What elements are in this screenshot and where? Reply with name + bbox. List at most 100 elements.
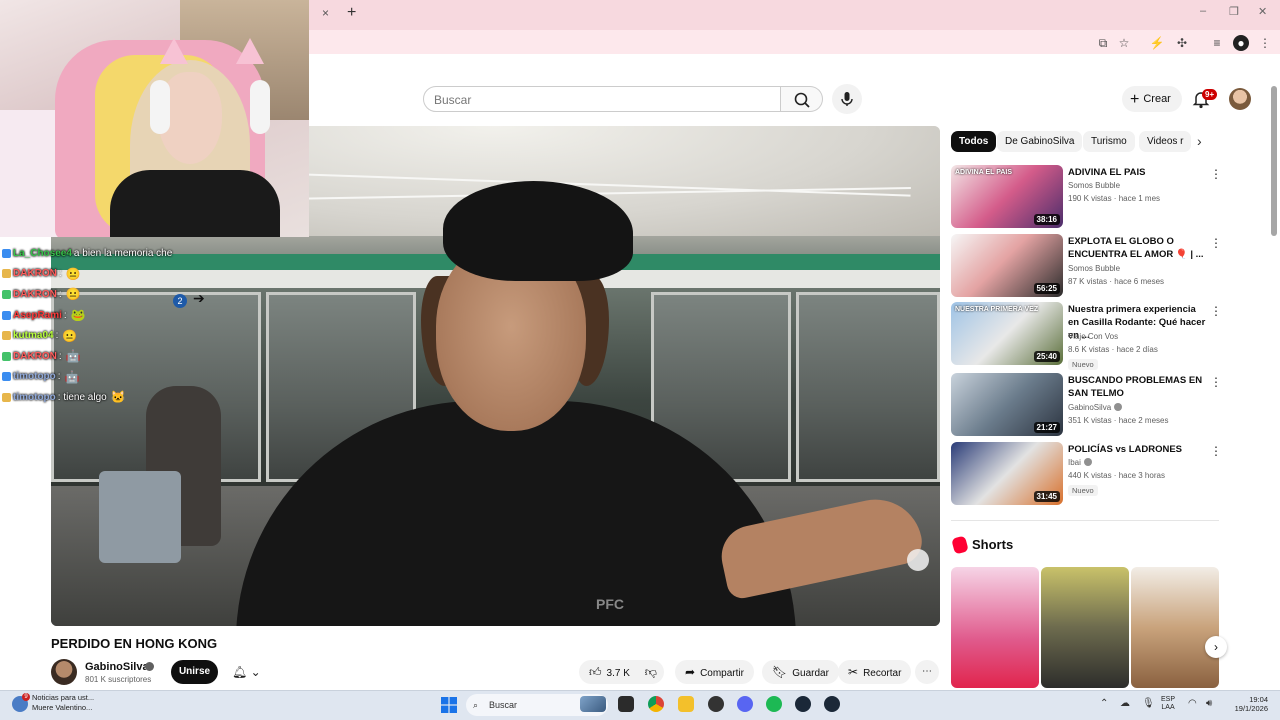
- channel-watermark[interactable]: [907, 549, 929, 571]
- close-window-button[interactable]: ✕: [1258, 5, 1267, 18]
- filter-chip[interactable]: De GabinoSilva: [997, 131, 1083, 152]
- video-title[interactable]: EXPLOTA EL GLOBO O ENCUENTRA EL AMOR 🎈 |…: [1068, 235, 1206, 261]
- chevron-up-icon[interactable]: ⌃: [1100, 698, 1108, 709]
- video-duration: 31:45: [1033, 491, 1060, 502]
- video-channel[interactable]: Somos Bubble: [1068, 264, 1120, 273]
- chevron-right-icon[interactable]: ›: [1197, 133, 1202, 149]
- keyboard-layout: LAA: [1161, 704, 1175, 711]
- volume-icon[interactable]: 🔊︎: [1206, 698, 1212, 709]
- chat-badge-icon: [2, 372, 11, 382]
- short-thumbnail[interactable]: [1041, 567, 1129, 688]
- video-title[interactable]: ADIVINA EL PAIS: [1068, 166, 1206, 179]
- install-app-icon[interactable]: ⧉: [1095, 35, 1111, 51]
- windows-start-icon[interactable]: [441, 697, 457, 713]
- tab-close-icon[interactable]: ×: [322, 6, 329, 20]
- recommended-video[interactable]: 21:27 BUSCANDO PROBLEMAS EN SAN TELMO Gabi…: [951, 373, 1222, 437]
- chat-text: :: [57, 371, 61, 383]
- channel-name[interactable]: Ibai: [1068, 458, 1081, 467]
- filter-chip[interactable]: Turismo: [1083, 131, 1135, 152]
- channel-name[interactable]: Viajo Con Vos: [1068, 332, 1118, 341]
- more-options-icon[interactable]: ⋮: [1210, 444, 1222, 458]
- more-options-icon[interactable]: ⋮: [1210, 236, 1222, 250]
- channel-name[interactable]: GabinoSilva: [1068, 403, 1111, 412]
- clock[interactable]: 19:04 19/1/2026: [1224, 695, 1268, 713]
- video-thumbnail[interactable]: 56:25: [951, 234, 1063, 297]
- recommended-video[interactable]: ADIVINA EL PAIS 38:16 ADIVINA EL PAIS Somos…: [951, 165, 1222, 229]
- steam-icon-2[interactable]: [824, 696, 840, 712]
- wifi-icon[interactable]: ◠: [1188, 698, 1197, 709]
- shorts-next-button[interactable]: ›: [1205, 636, 1227, 658]
- steam-icon[interactable]: [795, 696, 811, 712]
- like-count[interactable]: 3.7 K: [607, 668, 630, 679]
- video-thumbnail[interactable]: 31:45: [951, 442, 1063, 505]
- clock-time: 19:04: [1249, 695, 1268, 704]
- channel-avatar[interactable]: [51, 659, 77, 685]
- channel-name[interactable]: Somos Bubble: [1068, 264, 1120, 273]
- video-title[interactable]: POLICÍAS vs LADRONES: [1068, 443, 1206, 456]
- recommended-video[interactable]: NUESTRA PRIMERA VEZ 25:40 Nuestra primera …: [951, 302, 1222, 370]
- create-button[interactable]: + Crear: [1122, 86, 1182, 112]
- channel-name[interactable]: Somos Bubble: [1068, 181, 1120, 190]
- reading-list-icon[interactable]: ≡: [1209, 35, 1225, 51]
- video-channel[interactable]: Ibai: [1068, 458, 1092, 467]
- user-avatar[interactable]: [1229, 88, 1251, 110]
- extensions-puzzle-icon[interactable]: ✣: [1174, 35, 1190, 51]
- more-options-icon[interactable]: ⋮: [1210, 167, 1222, 181]
- video-thumbnail[interactable]: ADIVINA EL PAIS 38:16: [951, 165, 1063, 228]
- language-indicator[interactable]: ESP LAA: [1161, 696, 1175, 712]
- chat-emote-icon: 😐: [65, 287, 81, 302]
- minimize-button[interactable]: –: [1200, 5, 1206, 17]
- search-button[interactable]: [781, 86, 823, 112]
- discord-icon[interactable]: [737, 696, 753, 712]
- channel-name[interactable]: GabinoSilva: [85, 661, 149, 673]
- obs-icon[interactable]: [708, 696, 724, 712]
- mic-tray-icon[interactable]: 🎙︎: [1142, 698, 1155, 709]
- new-tab-button[interactable]: +: [347, 4, 356, 22]
- restore-button[interactable]: ❐: [1229, 5, 1239, 18]
- spotify-icon[interactable]: [766, 696, 782, 712]
- chat-badge-icon: [2, 392, 11, 402]
- short-thumbnail[interactable]: [951, 567, 1039, 688]
- platform-door: [796, 292, 940, 482]
- filter-chip[interactable]: Todos: [951, 131, 997, 152]
- cloud-icon[interactable]: ☁: [1120, 698, 1130, 709]
- streamer-webcam: [0, 0, 309, 237]
- subscription-bell-button[interactable]: 🔔︎ ⌄: [224, 660, 270, 684]
- video-title: PERDIDO EN HONG KONG: [51, 636, 218, 651]
- more-actions-button[interactable]: ⋯: [915, 660, 939, 684]
- video-channel[interactable]: Somos Bubble: [1068, 181, 1120, 190]
- profile-icon[interactable]: ●: [1233, 35, 1249, 51]
- more-options-icon[interactable]: ⋮: [1210, 375, 1222, 389]
- recommended-video[interactable]: 31:45 POLICÍAS vs LADRONES Ibai 440 K vista…: [951, 442, 1222, 506]
- task-view-icon[interactable]: [618, 696, 634, 712]
- extension-icon[interactable]: ⚡: [1149, 35, 1165, 51]
- chrome-icon[interactable]: [648, 696, 664, 712]
- browser-menu-icon[interactable]: ⋮: [1257, 35, 1273, 51]
- page-scrollbar[interactable]: [1271, 86, 1277, 236]
- join-button[interactable]: Unirse: [171, 660, 218, 684]
- video-thumbnail[interactable]: 21:27: [951, 373, 1063, 436]
- search-input[interactable]: Buscar: [423, 86, 781, 112]
- video-channel[interactable]: Viajo Con Vos: [1068, 332, 1118, 341]
- recommended-video[interactable]: 56:25 EXPLOTA EL GLOBO O ENCUENTRA EL AMO…: [951, 234, 1222, 298]
- file-explorer-icon[interactable]: [678, 696, 694, 712]
- chat-text: a bien la memoria che: [73, 247, 173, 259]
- search-highlight-icon[interactable]: [580, 696, 606, 712]
- filter-chip[interactable]: Videos r: [1139, 131, 1191, 152]
- bookmark-star-icon[interactable]: ☆: [1116, 35, 1132, 51]
- video-channel[interactable]: GabinoSilva: [1068, 403, 1123, 412]
- thumb-down-icon[interactable]: 👎︎: [645, 665, 657, 679]
- news-widget[interactable]: Noticias para ust... Muere Valentino...: [12, 693, 112, 717]
- clock-date: 19/1/2026: [1234, 704, 1268, 713]
- save-button[interactable]: 🔖︎ Guardar: [762, 660, 839, 684]
- voice-search-button[interactable]: [832, 84, 862, 114]
- video-thumbnail[interactable]: NUESTRA PRIMERA VEZ 25:40: [951, 302, 1063, 365]
- clip-button[interactable]: ✂ Recortar: [838, 660, 912, 684]
- video-title[interactable]: BUSCANDO PROBLEMAS EN SAN TELMO: [1068, 374, 1206, 400]
- short-thumbnail[interactable]: [1131, 567, 1219, 688]
- chat-message: kutma04: 😐: [2, 325, 242, 346]
- thumb-up-icon[interactable]: 👍︎: [589, 665, 602, 679]
- more-options-icon[interactable]: ⋮: [1210, 304, 1222, 318]
- chat-badge-icon: [2, 248, 11, 258]
- share-button[interactable]: ➦ Compartir: [675, 660, 754, 684]
